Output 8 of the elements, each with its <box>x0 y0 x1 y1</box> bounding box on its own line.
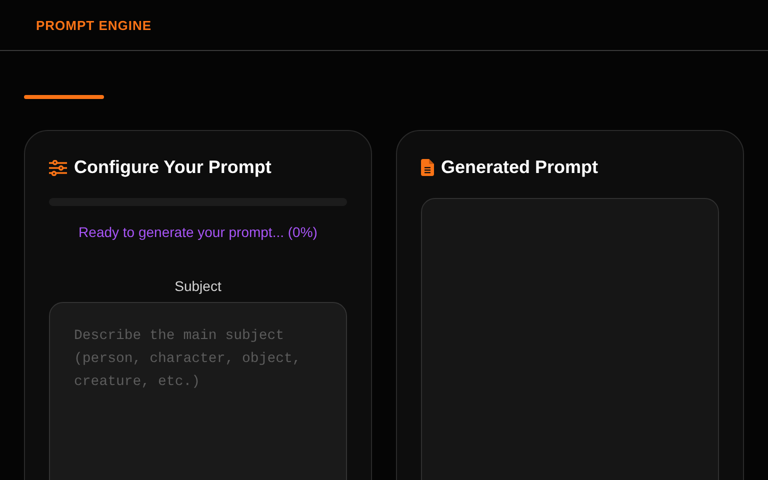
document-icon <box>421 159 434 176</box>
brand-title: PROMPT ENGINE <box>36 18 152 32</box>
panel-title: Generated Prompt <box>441 157 598 178</box>
subject-field[interactable]: Describe the main subject (person, character, object, creature, etc.) <box>49 302 347 480</box>
status-text: Ready to generate your prompt... (0%) <box>78 224 318 240</box>
panel-title: Configure Your Prompt <box>74 157 272 178</box>
field-label: Subject <box>174 278 222 294</box>
sliders-icon <box>49 160 67 176</box>
